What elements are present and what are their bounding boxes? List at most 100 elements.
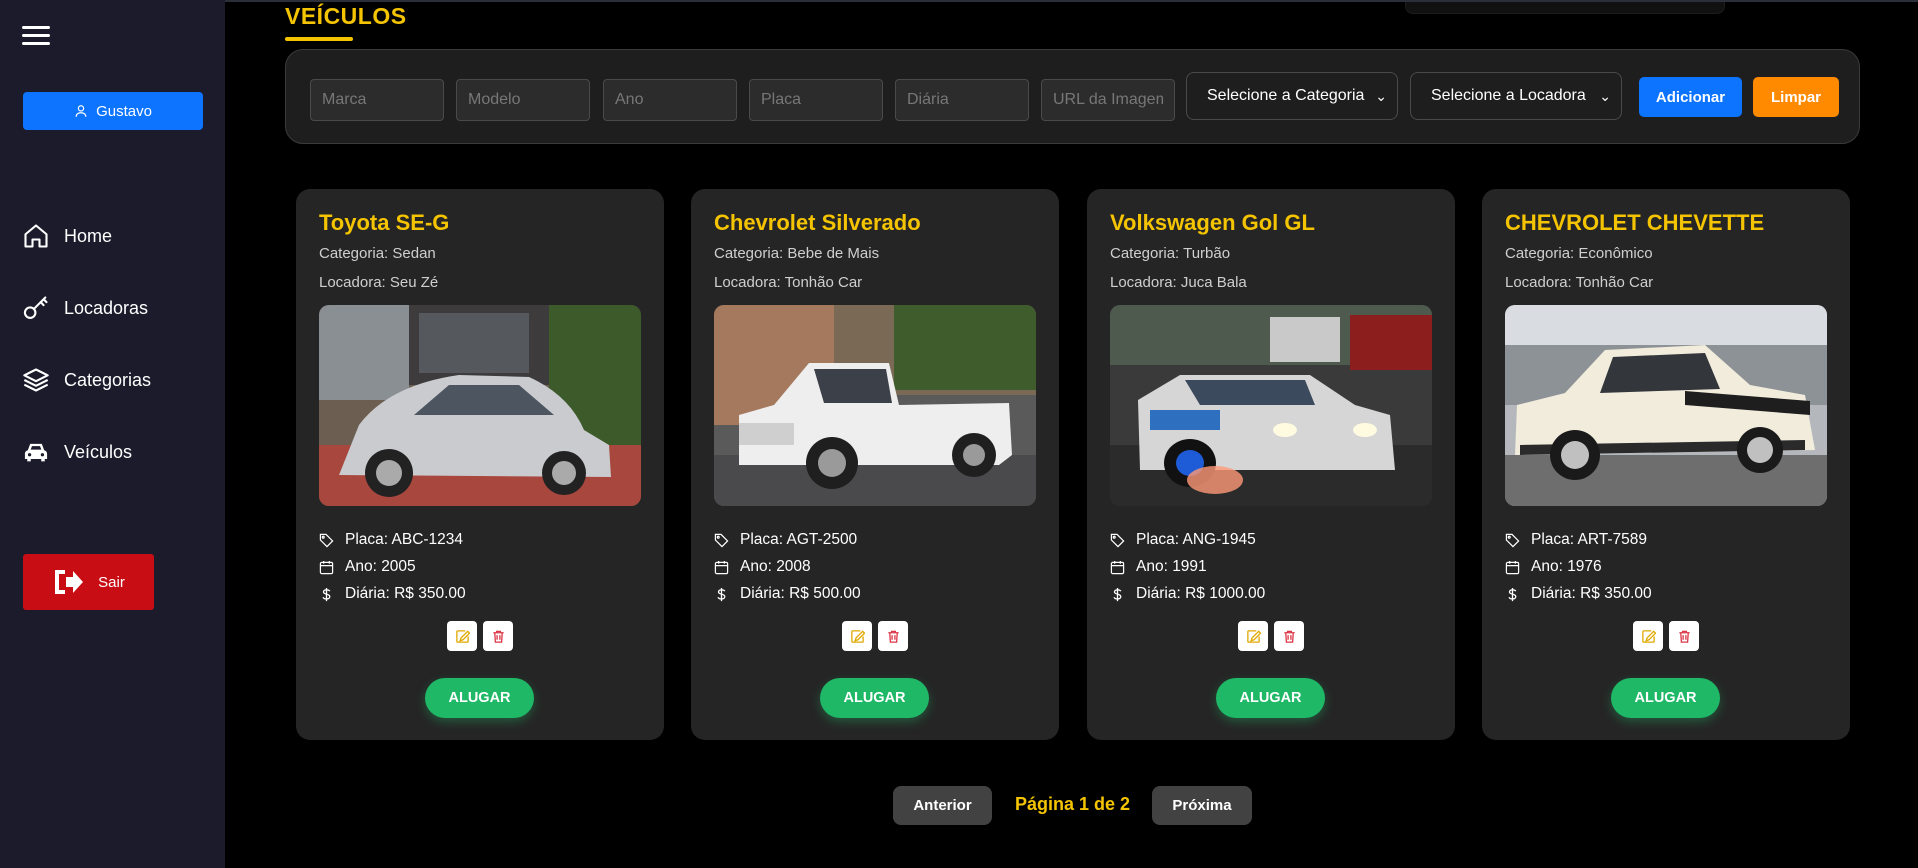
main-content: VEÍCULOS Selecione a Categoria ⌄ Selecio…	[225, 0, 1918, 868]
sidebar-item-label: Home	[64, 225, 113, 246]
vehicle-plate-text: Placa: ANG-1945	[1136, 531, 1256, 548]
trash-icon	[1678, 630, 1690, 643]
sidebar-nav: Home Locadoras Categorias Veículos	[22, 200, 151, 488]
next-page-button[interactable]: Próxima	[1152, 786, 1252, 825]
vehicle-title: CHEVROLET CHEVETTE	[1505, 210, 1765, 235]
edit-icon	[1641, 629, 1656, 643]
user-icon	[75, 105, 87, 117]
vehicle-year-text: Ano: 2008	[740, 558, 811, 575]
vehicle-rental: Locadora: Juca Bala	[1110, 274, 1247, 291]
dollar-icon	[1508, 587, 1517, 601]
vehicle-plate-text: Placa: ABC-1234	[345, 531, 464, 548]
edit-button[interactable]	[1633, 621, 1663, 651]
edit-button[interactable]	[1238, 621, 1268, 651]
trash-icon	[1283, 630, 1295, 643]
vehicle-plate-text: Placa: AGT-2500	[740, 531, 858, 548]
vehicle-card: Volkswagen Gol GL Categoria: Turbão Loca…	[1087, 189, 1455, 740]
home-icon	[24, 224, 48, 248]
tag-icon	[1505, 533, 1520, 547]
dollar-icon	[717, 587, 726, 601]
ano-input[interactable]	[603, 79, 737, 121]
logout-button[interactable]: Sair	[23, 554, 154, 610]
add-button[interactable]: Adicionar	[1639, 77, 1742, 117]
vehicle-year: Ano: 2005	[319, 558, 416, 576]
title-underline	[285, 37, 353, 41]
vehicle-year-text: Ano: 2005	[345, 558, 416, 575]
marca-input[interactable]	[310, 79, 444, 121]
sidebar-item-veiculos[interactable]: Veículos	[22, 416, 151, 488]
diaria-input[interactable]	[895, 79, 1029, 121]
vehicle-category: Categoria: Econômico	[1505, 245, 1653, 262]
rent-button[interactable]: ALUGAR	[425, 678, 534, 718]
vehicle-daily-rate-text: Diária: R$ 350.00	[345, 585, 466, 602]
sign-out-icon	[55, 570, 84, 594]
sidebar-item-home[interactable]: Home	[22, 200, 151, 272]
rent-button[interactable]: ALUGAR	[1216, 678, 1325, 718]
calendar-icon	[1110, 560, 1125, 574]
vehicle-plate: Placa: ART-7589	[1505, 531, 1647, 549]
top-overlay-bar	[1405, 2, 1725, 14]
hamburger-menu-icon[interactable]	[22, 26, 50, 48]
tag-icon	[319, 533, 334, 547]
vehicle-daily-rate: Diária: R$ 1000.00	[1110, 585, 1265, 603]
vehicle-plate: Placa: ANG-1945	[1110, 531, 1256, 549]
vehicle-title: Volkswagen Gol GL	[1110, 210, 1315, 235]
sidebar-item-label: Categorias	[64, 369, 152, 390]
image-url-input[interactable]	[1041, 79, 1175, 121]
vehicle-category: Categoria: Sedan	[319, 245, 436, 262]
vehicle-daily-rate: Diária: R$ 350.00	[319, 585, 466, 603]
delete-button[interactable]	[483, 621, 513, 651]
vehicle-image	[319, 305, 641, 506]
sidebar-item-locadoras[interactable]: Locadoras	[22, 272, 151, 344]
vehicle-card: Toyota SE-G Categoria: Sedan Locadora: S…	[296, 189, 664, 740]
calendar-icon	[1505, 560, 1520, 574]
rent-button[interactable]: ALUGAR	[1611, 678, 1720, 718]
vehicle-category: Categoria: Bebe de Mais	[714, 245, 880, 262]
calendar-icon	[714, 560, 729, 574]
dollar-icon	[322, 587, 331, 601]
vehicle-year: Ano: 1976	[1505, 558, 1602, 576]
placa-input[interactable]	[749, 79, 883, 121]
calendar-icon	[319, 560, 334, 574]
category-select-value: Selecione a Categoria	[1207, 87, 1365, 104]
sidebar-item-label: Veículos	[64, 441, 133, 462]
modelo-input[interactable]	[456, 79, 590, 121]
vehicle-plate-text: Placa: ART-7589	[1531, 531, 1648, 548]
app: Gustavo Home Locadoras Categorias Veícul…	[0, 0, 1918, 868]
vehicle-image	[1110, 305, 1432, 506]
vehicle-image	[1505, 305, 1827, 506]
edit-button[interactable]	[842, 621, 872, 651]
vehicle-daily-rate-text: Diária: R$ 1000.00	[1136, 585, 1266, 602]
edit-icon	[455, 629, 470, 643]
dollar-icon	[1113, 587, 1122, 601]
sidebar-item-label: Locadoras	[64, 297, 149, 318]
clear-button[interactable]: Limpar	[1753, 77, 1839, 117]
previous-page-button[interactable]: Anterior	[893, 786, 992, 825]
layers-icon	[23, 368, 49, 392]
delete-button[interactable]	[1669, 621, 1699, 651]
vehicle-daily-rate: Diária: R$ 350.00	[1505, 585, 1652, 603]
vehicle-plate: Placa: ABC-1234	[319, 531, 463, 549]
vehicle-daily-rate-text: Diária: R$ 350.00	[1531, 585, 1652, 602]
edit-button[interactable]	[447, 621, 477, 651]
edit-icon	[850, 629, 865, 643]
vehicle-rental: Locadora: Tonhão Car	[714, 274, 863, 291]
chevron-down-icon: ⌄	[1599, 87, 1611, 104]
trash-icon	[492, 630, 504, 643]
logout-label: Sair	[98, 573, 125, 591]
category-select[interactable]: Selecione a Categoria ⌄	[1186, 72, 1398, 120]
delete-button[interactable]	[878, 621, 908, 651]
rental-select-value: Selecione a Locadora	[1431, 87, 1586, 104]
vehicle-year: Ano: 2008	[714, 558, 811, 576]
vehicle-daily-rate-text: Diária: R$ 500.00	[740, 585, 861, 602]
sidebar-item-categorias[interactable]: Categorias	[22, 344, 151, 416]
chevron-down-icon: ⌄	[1375, 87, 1387, 104]
tag-icon	[1110, 533, 1125, 547]
rental-select[interactable]: Selecione a Locadora ⌄	[1410, 72, 1622, 120]
rent-button[interactable]: ALUGAR	[820, 678, 929, 718]
vehicle-title: Chevrolet Silverado	[714, 210, 921, 235]
user-button[interactable]: Gustavo	[23, 92, 203, 130]
delete-button[interactable]	[1274, 621, 1304, 651]
user-name: Gustavo	[96, 102, 152, 120]
tag-icon	[714, 533, 729, 547]
